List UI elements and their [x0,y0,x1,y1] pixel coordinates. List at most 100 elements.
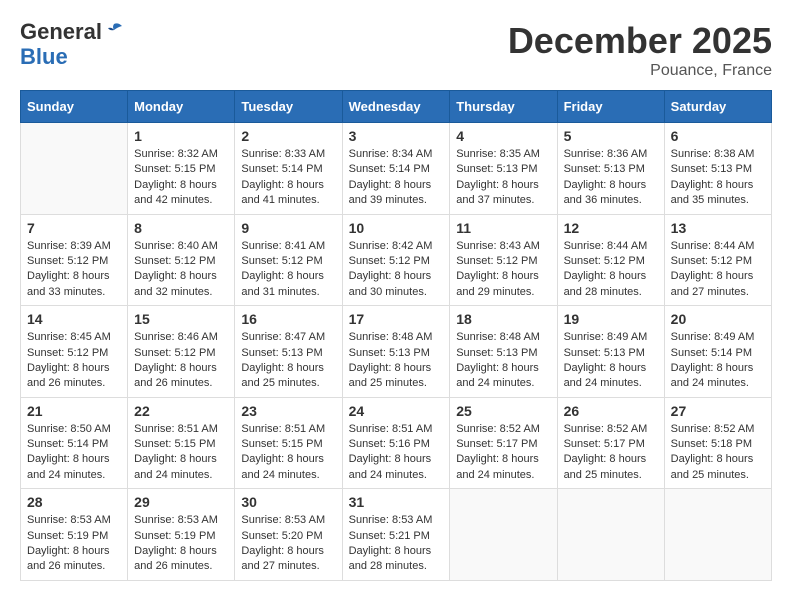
day-number: 21 [27,403,121,419]
day-number: 2 [241,128,335,144]
day-number: 23 [241,403,335,419]
day-number: 28 [27,494,121,510]
day-info: Sunrise: 8:36 AM Sunset: 5:13 PM Dayligh… [564,147,658,209]
day-number: 1 [134,128,228,144]
calendar-cell: 10Sunrise: 8:42 AM Sunset: 5:12 PM Dayli… [342,214,450,306]
calendar-cell: 20 Sunrise: 8:49 AM Sunset: 5:14 PM Dayli… [664,306,771,398]
day-info: Sunrise: 8:32 AM Sunset: 5:15 PM Dayligh… [134,147,228,209]
calendar-cell: 24 Sunrise: 8:51 AM Sunset: 5:16 PM Dayli… [342,397,450,489]
day-number: 3 [349,128,444,144]
day-info: Sunrise: 8:33 AM Sunset: 5:14 PM Dayligh… [241,147,335,209]
calendar-week-0: 1 Sunrise: 8:32 AM Sunset: 5:15 PM Daylig… [21,123,772,215]
day-info: Sunrise: 8:49 AM Sunset: 5:13 PM Dayligh… [564,330,658,392]
day-number: 12 [564,220,658,236]
day-number: 13 [671,220,765,236]
day-info: Sunrise: 8:43 AM Sunset: 5:12 PM Dayligh… [456,239,550,301]
day-number: 14 [27,311,121,327]
calendar-cell: 31Sunrise: 8:53 AM Sunset: 5:21 PM Dayli… [342,489,450,581]
title-area: December 2025 Pouance, France [508,20,772,80]
calendar-cell: 30 Sunrise: 8:53 AM Sunset: 5:20 PM Dayli… [235,489,342,581]
day-number: 6 [671,128,765,144]
day-number: 20 [671,311,765,327]
day-info: Sunrise: 8:47 AM Sunset: 5:13 PM Dayligh… [241,330,335,392]
day-number: 29 [134,494,228,510]
day-info: Sunrise: 8:39 AM Sunset: 5:12 PM Dayligh… [27,239,121,301]
day-number: 4 [456,128,550,144]
day-info: Sunrise: 8:40 AM Sunset: 5:12 PM Dayligh… [134,239,228,301]
day-info: Sunrise: 8:48 AM Sunset: 5:13 PM Dayligh… [456,330,550,392]
calendar-cell [21,123,128,215]
calendar-cell: 27 Sunrise: 8:52 AM Sunset: 5:18 PM Dayli… [664,397,771,489]
page-header: General Blue December 2025 Pouance, Fran… [20,20,772,80]
day-info: Sunrise: 8:38 AM Sunset: 5:13 PM Dayligh… [671,147,765,209]
day-number: 5 [564,128,658,144]
day-number: 25 [456,403,550,419]
day-info: Sunrise: 8:52 AM Sunset: 5:18 PM Dayligh… [671,422,765,484]
day-number: 27 [671,403,765,419]
col-wednesday: Wednesday [342,91,450,123]
calendar-cell: 29 Sunrise: 8:53 AM Sunset: 5:19 PM Dayli… [128,489,235,581]
day-number: 7 [27,220,121,236]
day-number: 11 [456,220,550,236]
calendar-cell: 3 Sunrise: 8:34 AM Sunset: 5:14 PM Daylig… [342,123,450,215]
calendar-week-1: 7 Sunrise: 8:39 AM Sunset: 5:12 PM Daylig… [21,214,772,306]
day-number: 31 [349,494,444,510]
calendar-cell: 18 Sunrise: 8:48 AM Sunset: 5:13 PM Dayli… [450,306,557,398]
calendar-cell: 7 Sunrise: 8:39 AM Sunset: 5:12 PM Daylig… [21,214,128,306]
col-monday: Monday [128,91,235,123]
day-info: Sunrise: 8:49 AM Sunset: 5:14 PM Dayligh… [671,330,765,392]
month-title: December 2025 [508,20,772,62]
day-number: 18 [456,311,550,327]
calendar-header-row: Sunday Monday Tuesday Wednesday Thursday… [21,91,772,123]
day-number: 17 [349,311,444,327]
col-tuesday: Tuesday [235,91,342,123]
day-info: Sunrise: 8:50 AM Sunset: 5:14 PM Dayligh… [27,422,121,484]
day-info: Sunrise: 8:46 AM Sunset: 5:12 PM Dayligh… [134,330,228,392]
calendar-cell [450,489,557,581]
calendar-week-2: 14Sunrise: 8:45 AM Sunset: 5:12 PM Dayli… [21,306,772,398]
day-number: 24 [349,403,444,419]
day-info: Sunrise: 8:35 AM Sunset: 5:13 PM Dayligh… [456,147,550,209]
calendar-cell: 4 Sunrise: 8:35 AM Sunset: 5:13 PM Daylig… [450,123,557,215]
calendar-cell: 11 Sunrise: 8:43 AM Sunset: 5:12 PM Dayli… [450,214,557,306]
calendar-cell: 2 Sunrise: 8:33 AM Sunset: 5:14 PM Daylig… [235,123,342,215]
calendar-cell: 17 Sunrise: 8:48 AM Sunset: 5:13 PM Dayli… [342,306,450,398]
day-info: Sunrise: 8:41 AM Sunset: 5:12 PM Dayligh… [241,239,335,301]
calendar-cell [664,489,771,581]
day-info: Sunrise: 8:52 AM Sunset: 5:17 PM Dayligh… [456,422,550,484]
calendar-cell [557,489,664,581]
day-info: Sunrise: 8:44 AM Sunset: 5:12 PM Dayligh… [564,239,658,301]
calendar-cell: 16Sunrise: 8:47 AM Sunset: 5:13 PM Dayli… [235,306,342,398]
location: Pouance, France [508,62,772,80]
day-info: Sunrise: 8:53 AM Sunset: 5:19 PM Dayligh… [134,513,228,575]
logo: General Blue [20,20,124,69]
calendar-cell: 28 Sunrise: 8:53 AM Sunset: 5:19 PM Dayli… [21,489,128,581]
calendar-cell: 21 Sunrise: 8:50 AM Sunset: 5:14 PM Dayli… [21,397,128,489]
day-info: Sunrise: 8:51 AM Sunset: 5:15 PM Dayligh… [134,422,228,484]
col-friday: Friday [557,91,664,123]
day-info: Sunrise: 8:44 AM Sunset: 5:12 PM Dayligh… [671,239,765,301]
calendar-cell: 9Sunrise: 8:41 AM Sunset: 5:12 PM Daylig… [235,214,342,306]
calendar-cell: 13 Sunrise: 8:44 AM Sunset: 5:12 PM Dayli… [664,214,771,306]
day-info: Sunrise: 8:51 AM Sunset: 5:16 PM Dayligh… [349,422,444,484]
day-number: 30 [241,494,335,510]
logo-general: General [20,20,124,45]
day-number: 22 [134,403,228,419]
calendar-cell: 15Sunrise: 8:46 AM Sunset: 5:12 PM Dayli… [128,306,235,398]
day-info: Sunrise: 8:51 AM Sunset: 5:15 PM Dayligh… [241,422,335,484]
day-info: Sunrise: 8:53 AM Sunset: 5:19 PM Dayligh… [27,513,121,575]
calendar-cell: 22 Sunrise: 8:51 AM Sunset: 5:15 PM Dayli… [128,397,235,489]
day-info: Sunrise: 8:48 AM Sunset: 5:13 PM Dayligh… [349,330,444,392]
col-sunday: Sunday [21,91,128,123]
day-number: 19 [564,311,658,327]
day-number: 26 [564,403,658,419]
day-info: Sunrise: 8:34 AM Sunset: 5:14 PM Dayligh… [349,147,444,209]
day-info: Sunrise: 8:53 AM Sunset: 5:20 PM Dayligh… [241,513,335,575]
day-number: 8 [134,220,228,236]
calendar-cell: 8 Sunrise: 8:40 AM Sunset: 5:12 PM Daylig… [128,214,235,306]
day-info: Sunrise: 8:52 AM Sunset: 5:17 PM Dayligh… [564,422,658,484]
calendar-cell: 25 Sunrise: 8:52 AM Sunset: 5:17 PM Dayli… [450,397,557,489]
calendar-cell: 23 Sunrise: 8:51 AM Sunset: 5:15 PM Dayli… [235,397,342,489]
calendar-cell: 5 Sunrise: 8:36 AM Sunset: 5:13 PM Daylig… [557,123,664,215]
calendar-cell: 14Sunrise: 8:45 AM Sunset: 5:12 PM Dayli… [21,306,128,398]
